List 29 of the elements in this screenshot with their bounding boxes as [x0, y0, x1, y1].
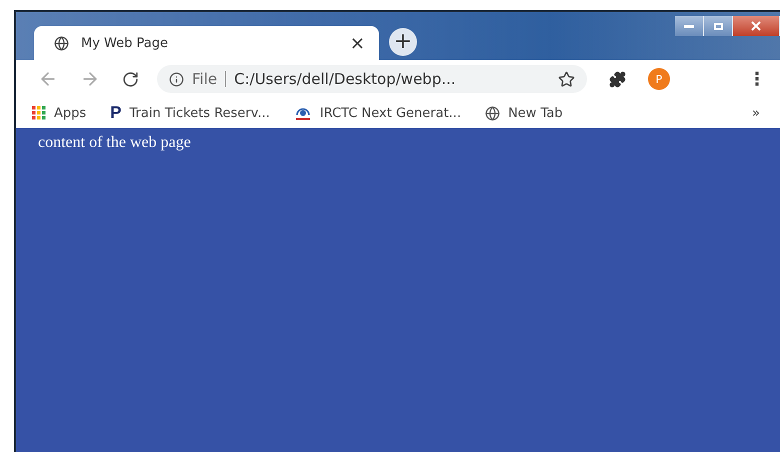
close-window-button[interactable] — [733, 16, 780, 36]
scheme-label: File — [192, 70, 218, 88]
maximize-button[interactable] — [704, 16, 733, 36]
bookmark-link[interactable]: IRCTC Next Generat... — [320, 106, 462, 120]
address-bar[interactable]: File C:/Users/dell/Desktop/webp... — [157, 65, 587, 93]
logo-icon — [294, 105, 312, 121]
logo-letter: P — [110, 103, 122, 123]
globe-icon — [54, 36, 69, 50]
reload-button[interactable] — [122, 70, 139, 88]
bookmark-link[interactable]: Apps — [54, 106, 86, 120]
star-icon[interactable] — [558, 70, 575, 88]
apps-grid-icon — [32, 106, 46, 120]
bookmark-link[interactable]: New Tab — [508, 106, 563, 120]
browser-tab[interactable]: My Web Page × — [34, 26, 379, 60]
more-bookmarks-button[interactable]: » — [752, 106, 760, 120]
maximize-icon — [714, 22, 722, 30]
menu-button[interactable]: ⋮ — [748, 68, 766, 90]
minimize-icon — [684, 24, 694, 28]
close-tab-button[interactable]: × — [350, 32, 365, 54]
bookmark-link[interactable]: Train Tickets Reserv... — [130, 106, 270, 120]
page-text: content of the web page — [38, 134, 192, 152]
info-icon — [169, 72, 184, 86]
puzzle-icon[interactable] — [609, 70, 626, 88]
tab-title: My Web Page — [81, 36, 169, 50]
url-text: C:/Users/dell/Desktop/webp... — [234, 70, 457, 88]
globe-icon — [485, 106, 500, 120]
minimize-button[interactable] — [675, 16, 704, 36]
close-icon — [751, 21, 761, 31]
new-tab-button[interactable]: + — [389, 28, 417, 56]
